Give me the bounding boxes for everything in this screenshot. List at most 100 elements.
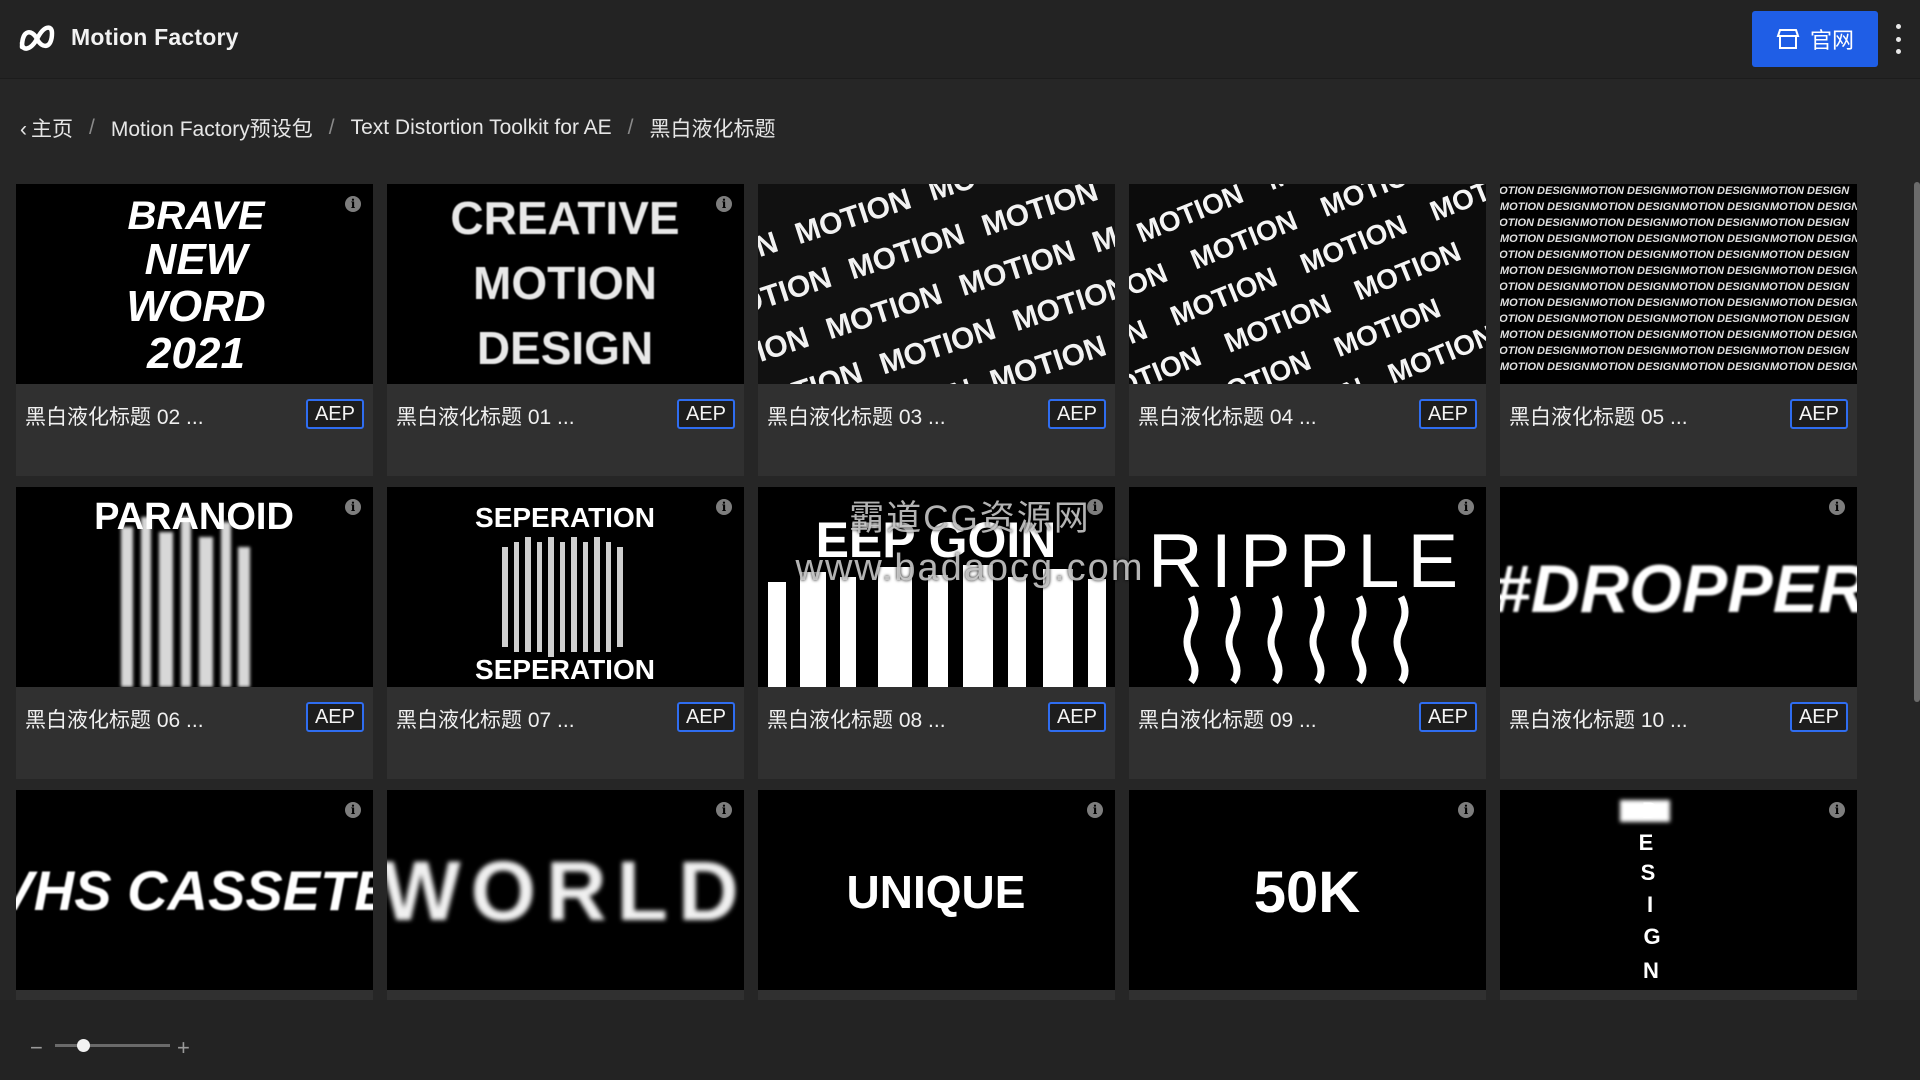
thumb-text: MOTION DESIGN [1760,185,1850,197]
breadcrumb-separator: / [328,116,335,139]
thumb-text: MOTION DESIGN [1670,185,1760,197]
thumb-text: MOTION DESIGN [1680,233,1770,245]
aep-badge: AEP [1789,399,1848,429]
preset-title: 黑白液化标题 08 ... [767,709,946,732]
thumb-text: MOTION DESIGN [1680,297,1770,309]
aep-badge: AEP [1789,702,1848,732]
info-icon[interactable]: i [345,196,361,212]
thumb-text: MOTION DESIGN [1500,201,1590,213]
preset-card[interactable]: MOTION MOTION MOTION MOTION MOTION MOTIO… [758,184,1115,476]
aep-badge: AEP [676,399,735,429]
preset-grid: BRAVE NEW WORD 2021 i 黑白液化标题 02 ... AEP … [16,184,1886,1000]
aep-badge: AEP [1418,399,1477,429]
thumb-text: MOTION DESIGN [1590,329,1680,341]
thumb-text: 50K [1254,860,1361,925]
thumb-text: MOTION [986,330,1110,384]
thumb-text: MOTION DESIGN [1760,217,1850,229]
more-menu-icon[interactable] [1890,24,1906,54]
motion-factory-logo-icon [19,25,55,51]
preset-card[interactable]: EEP GOIN i 黑白液化标题 08 ... AEP [758,487,1115,779]
preset-card[interactable]: SEPERATION SEPERATION i 黑白液化标题 07 ... AE… [387,487,744,779]
preset-card[interactable]: RIPPLE i 黑白液化标题 09 ... AEP [1129,487,1486,779]
preset-thumbnail: WORLD i [387,790,744,990]
preset-title: 黑白液化标题 04 ... [1138,406,1317,429]
thumb-text: RIPPLE [1148,519,1466,604]
preset-card[interactable]: PARANOID i 黑白液化标题 06 ... AEP [16,487,373,779]
thumb-text: MOTION [1426,184,1486,227]
preset-title: 黑白液化标题 06 ... [25,709,204,732]
thumb-text: E [1639,830,1654,855]
preset-card[interactable]: D E S I G N i [1500,790,1857,1000]
info-icon[interactable]: i [1829,802,1845,818]
thumb-text: VHS CASSETE [16,859,373,922]
info-icon[interactable]: i [1087,499,1103,515]
zoom-out-button[interactable]: − [30,1035,43,1061]
preset-thumbnail: MOTION DESIGN MOTION DESIGN MOTION DESIG… [1500,184,1857,384]
info-icon[interactable]: i [345,802,361,818]
info-icon[interactable]: i [1458,802,1474,818]
thumb-text: MOTION DESIGN [1500,265,1590,277]
preset-card[interactable]: #DROPPER i 黑白液化标题 10 ... AEP [1500,487,1857,779]
info-icon[interactable]: i [716,802,732,818]
thumb-text: CREATIVE [450,192,679,244]
thumb-text: EEP GOIN [816,512,1057,568]
aep-badge: AEP [1047,702,1106,732]
thumb-text: #DROPPER [1500,551,1857,627]
info-icon[interactable]: i [1829,499,1845,515]
breadcrumb-toolkit[interactable]: Text Distortion Toolkit for AE [351,116,612,140]
preset-thumbnail: 50K i [1129,790,1486,990]
preset-title: 黑白液化标题 10 ... [1509,709,1688,732]
thumb-text: PARANOID [94,496,294,538]
info-icon[interactable]: i [716,196,732,212]
thumb-text: MOTION DESIGN [1770,233,1857,245]
scrollbar-thumb[interactable] [1914,182,1920,702]
thumb-text: WORLD [387,844,744,938]
thumb-text: SEPERATION [475,502,655,533]
preset-card[interactable]: WORLD i [387,790,744,1000]
thumb-text: MOTION [1129,340,1206,384]
breadcrumb-preset-pack[interactable]: Motion Factory预设包 [111,113,313,143]
info-icon[interactable]: i [1087,802,1103,818]
info-icon[interactable]: i [1458,499,1474,515]
official-site-button[interactable]: 官网 [1752,11,1878,67]
preset-title: 黑白液化标题 07 ... [396,709,575,732]
thumb-text: MOTION DESIGN [1580,217,1670,229]
preset-card[interactable]: BRAVE NEW WORD 2021 i 黑白液化标题 02 ... AEP [16,184,373,476]
app-title: Motion Factory [71,24,239,50]
thumb-text: MOTION DESIGN [1670,345,1760,357]
zoom-slider-track[interactable] [55,1044,170,1047]
aep-badge: AEP [305,399,364,429]
thumb-text: MOTION DESIGN [1770,329,1857,341]
thumb-text: MOTION [1200,345,1315,384]
thumb-text: MOTION DESIGN [1760,281,1850,293]
info-icon[interactable]: i [345,499,361,515]
thumb-text: MOTION DESIGN [1590,201,1680,213]
official-site-label: 官网 [1809,28,1854,53]
preset-card[interactable]: CREATIVE MOTION DESIGN i 黑白液化标题 01 ... A… [387,184,744,476]
zoom-in-button[interactable]: + [177,1035,190,1061]
preset-card[interactable]: 50K i [1129,790,1486,1000]
aep-badge: AEP [305,702,364,732]
preset-title: 黑白液化标题 01 ... [396,406,575,429]
breadcrumb: ‹ 主页 / Motion Factory预设包 / Text Distortio… [20,113,775,143]
thumb-text: MOTION [473,257,657,309]
thumb-text: MOTION DESIGN [1580,313,1670,325]
thumb-text: MOTION DESIGN [1590,297,1680,309]
info-icon[interactable]: i [716,499,732,515]
thumb-text: MOTION DESIGN [1680,265,1770,277]
thumb-text: MOTION DESIGN [1760,249,1850,261]
preset-card[interactable]: MOTION MOTION MOTION MOTION MOTION MOTIO… [1129,184,1486,476]
thumb-text: NEW [145,235,251,284]
thumb-text: MOTION DESIGN [1500,361,1590,373]
preset-thumbnail: RIPPLE i [1129,487,1486,687]
breadcrumb-home[interactable]: ‹ 主页 [20,113,73,143]
aep-badge: AEP [1418,702,1477,732]
preset-title: 黑白液化标题 09 ... [1138,709,1317,732]
breadcrumb-separator: / [89,116,95,139]
preset-card[interactable]: MOTION DESIGN MOTION DESIGN MOTION DESIG… [1500,184,1857,476]
preset-card[interactable]: VHS CASSETE i [16,790,373,1000]
thumb-text: MOTION DESIGN [1580,249,1670,261]
thumb-text: G [1643,924,1660,949]
preset-card[interactable]: UNIQUE i [758,790,1115,1000]
thumb-text: 2021 [146,329,245,378]
